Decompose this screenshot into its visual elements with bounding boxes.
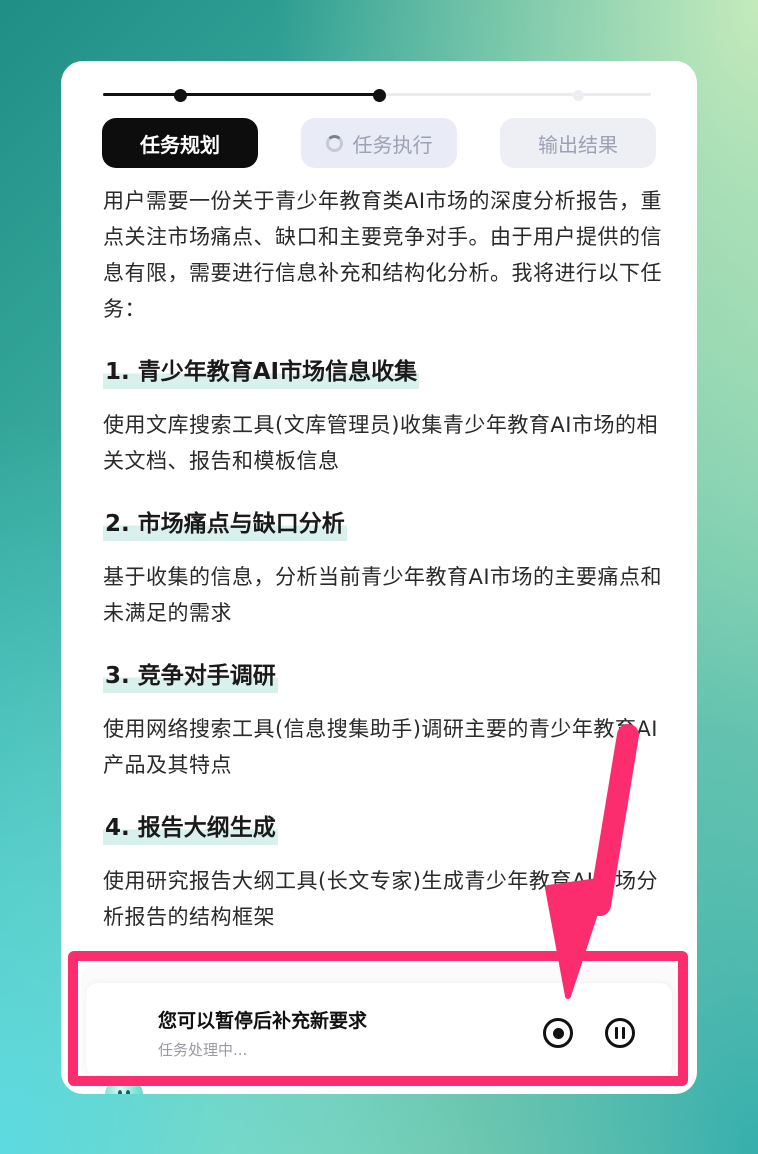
task-item: 1. 青少年教育AI市场信息收集 使用文库搜索工具(文库管理员)收集青少年教育A… (103, 327, 663, 479)
task-title: 1. 青少年教育AI市场信息收集 (103, 355, 420, 389)
tab-output-result[interactable]: 输出结果 (500, 118, 656, 168)
task-description: 使用网络搜索工具(信息搜集助手)调研主要的青少年教育AI产品及其特点 (103, 717, 658, 777)
tab-label: 任务执行 (352, 132, 433, 157)
plan-content: 用户需要一份关于青少年教育类AI市场的深度分析报告，重点关注市场痛点、缺口和主要… (103, 183, 663, 935)
plan-intro: 用户需要一份关于青少年教育类AI市场的深度分析报告，重点关注市场痛点、缺口和主要… (103, 189, 663, 321)
tab-label: 输出结果 (538, 132, 618, 157)
task-item: 3. 竞争对手调研 使用网络搜索工具(信息搜集助手)调研主要的青少年教育AI产品… (103, 631, 663, 783)
tab-label: 任务规划 (140, 132, 220, 157)
task-item: 2. 市场痛点与缺口分析 基于收集的信息，分析当前青少年教育AI市场的主要痛点和… (103, 479, 663, 631)
annotation-highlight-box (68, 951, 688, 1086)
task-item: 4. 报告大纲生成 使用研究报告大纲工具(长文专家)生成青少年教育AI市场分析报… (103, 783, 663, 935)
progress-fill (103, 93, 379, 96)
avatar-eye-icon (118, 1090, 122, 1094)
step-tabs: 任务规划 任务执行 输出结果 (102, 118, 656, 168)
task-description: 使用研究报告大纲工具(长文专家)生成青少年教育AI市场分析报告的结构框架 (103, 869, 658, 929)
task-title: 3. 竞争对手调研 (103, 659, 278, 693)
progress-dot-3 (573, 90, 584, 101)
task-description: 基于收集的信息，分析当前青少年教育AI市场的主要痛点和未满足的需求 (103, 565, 663, 625)
avatar-eye-icon (126, 1090, 130, 1094)
progress-dot-2 (373, 89, 386, 102)
tab-task-planning[interactable]: 任务规划 (102, 118, 258, 168)
task-title: 2. 市场痛点与缺口分析 (103, 507, 347, 541)
task-title: 4. 报告大纲生成 (103, 811, 278, 845)
task-description: 使用文库搜索工具(文库管理员)收集青少年教育AI市场的相关文档、报告和模板信息 (103, 413, 658, 473)
loading-spinner-icon (325, 134, 343, 152)
progress-bar (103, 89, 651, 102)
progress-dot-1 (174, 89, 187, 102)
task-panel: 任务规划 任务执行 输出结果 用户需要一份关于青少年教育类AI市场的深度分析报告… (61, 61, 697, 1094)
tab-task-execution[interactable]: 任务执行 (301, 118, 457, 168)
